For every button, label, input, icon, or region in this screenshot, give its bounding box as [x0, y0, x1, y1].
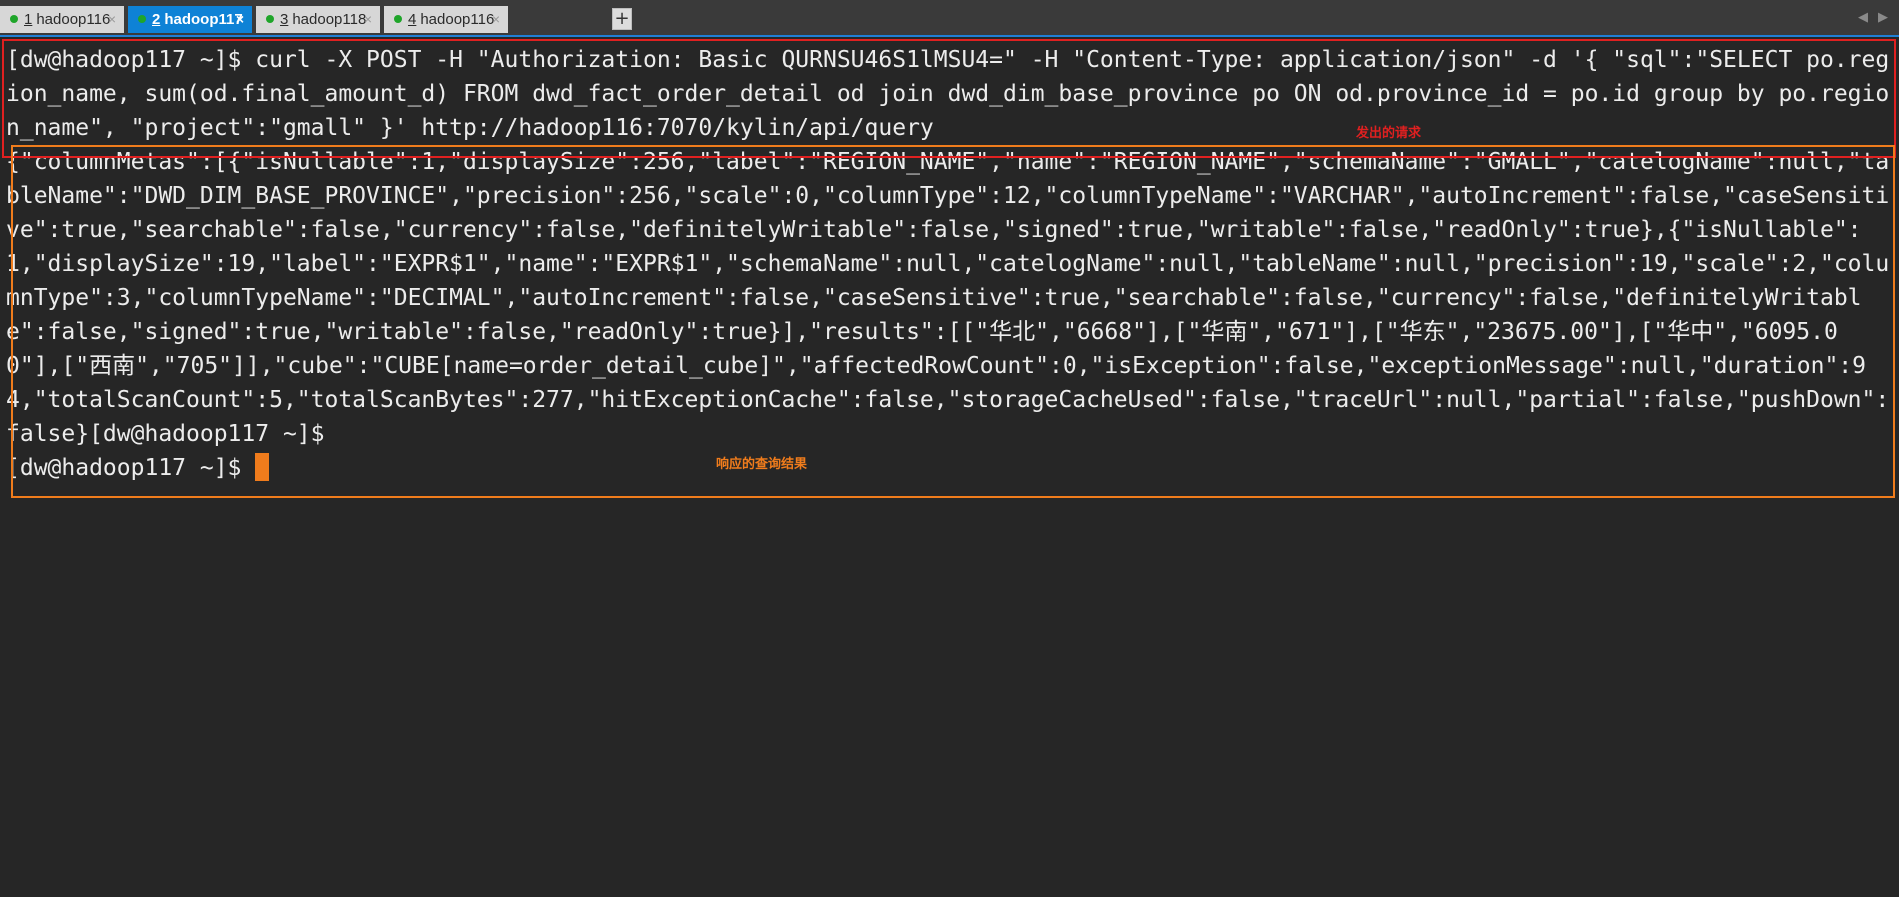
connected-status-icon: [10, 15, 18, 23]
scroll-tabs-right-icon[interactable]: ▶: [1878, 10, 1888, 25]
tab-session-2[interactable]: 2 hadoop117 ×: [128, 6, 252, 33]
tab-bar: 1 hadoop116 × 2 hadoop117 × 3 hadoop118 × 4…: [0, 0, 1899, 37]
response-annotation-label: 响应的查询结果: [716, 457, 808, 472]
tab-number: 4: [408, 11, 417, 28]
connected-status-icon: [266, 15, 274, 23]
tab-label: hadoop118: [292, 11, 367, 28]
add-tab-button[interactable]: +: [612, 8, 632, 30]
tab-label: hadoop116: [36, 11, 111, 28]
tab-label: hadoop117: [164, 11, 243, 28]
tab-session-3[interactable]: 3 hadoop118 ×: [256, 6, 380, 33]
connected-status-icon: [138, 15, 146, 23]
scroll-tabs-left-icon[interactable]: ◀: [1858, 10, 1868, 25]
tab-session-4[interactable]: 4 hadoop116 ×: [384, 6, 508, 33]
request-annotation-label: 发出的请求: [1356, 126, 1422, 141]
tab-number: 2: [152, 11, 161, 28]
response-highlight-box: [11, 145, 1895, 498]
close-tab-icon[interactable]: ×: [236, 6, 244, 33]
tab-label: hadoop116: [420, 11, 495, 28]
request-highlight-box: [2, 39, 1896, 158]
close-tab-icon[interactable]: ×: [492, 6, 500, 33]
close-tab-icon[interactable]: ×: [364, 6, 372, 33]
tab-number: 3: [280, 11, 289, 28]
connected-status-icon: [394, 15, 402, 23]
close-tab-icon[interactable]: ×: [108, 6, 116, 33]
tab-session-1[interactable]: 1 hadoop116 ×: [0, 6, 124, 33]
tab-number: 1: [24, 11, 33, 28]
